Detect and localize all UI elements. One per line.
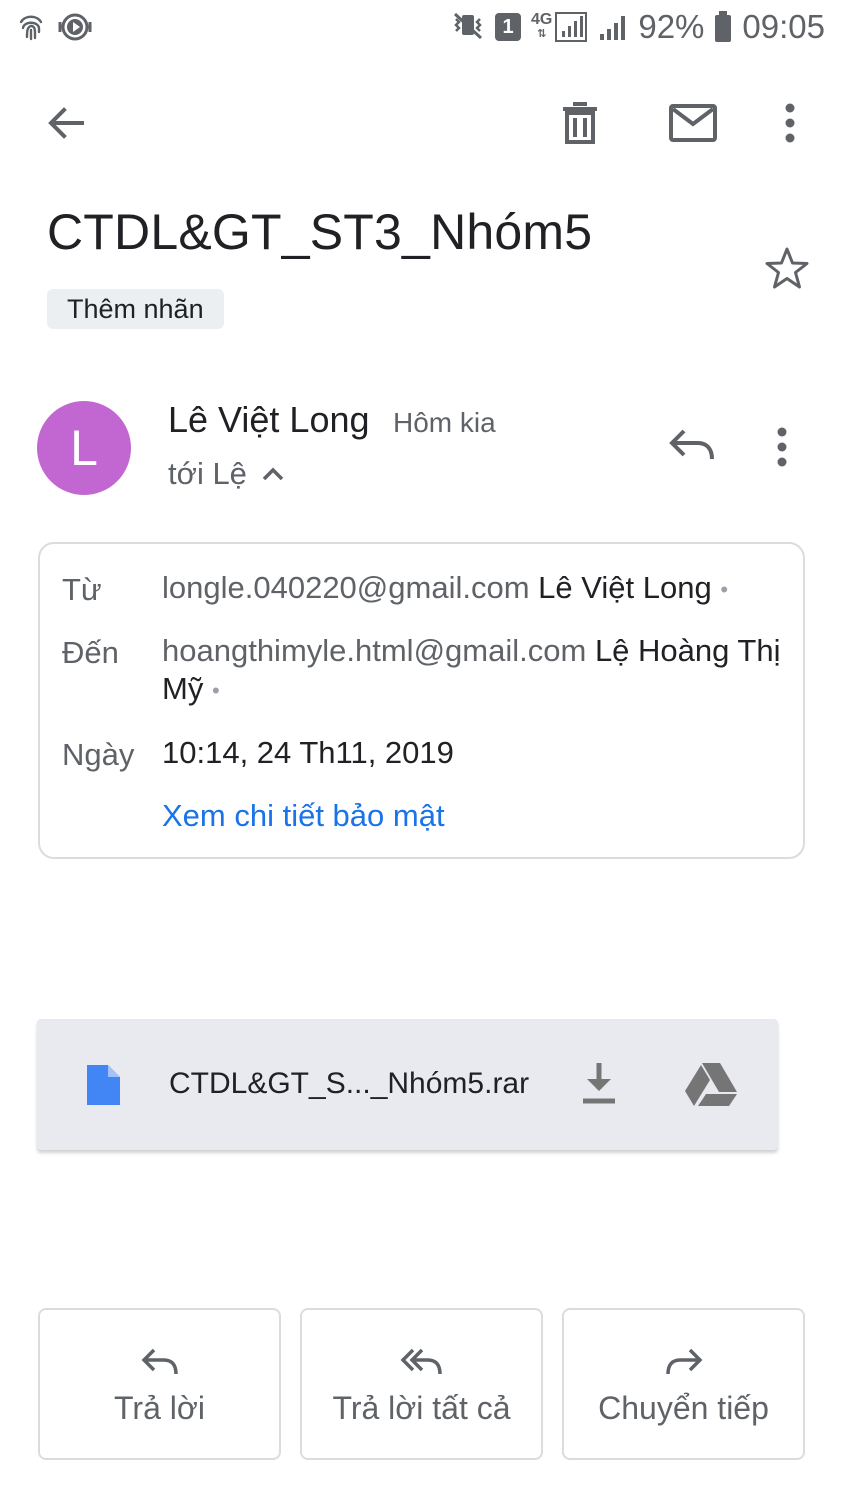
signal-sim2-icon: [600, 16, 626, 40]
reply-label: Trả lời: [114, 1390, 205, 1426]
reply-all-icon: [302, 1346, 541, 1378]
mark-unread-button[interactable]: [663, 95, 723, 151]
forward-button[interactable]: Chuyển tiếp: [562, 1308, 805, 1460]
star-button[interactable]: [762, 245, 812, 298]
from-separator-dot: •: [720, 576, 729, 602]
avatar-initial: L: [70, 420, 98, 476]
media-play-icon: [58, 12, 92, 47]
sender-name: Lê Việt Long: [168, 399, 370, 440]
from-label: Từ: [62, 572, 102, 607]
reply-all-button[interactable]: Trả lời tất cả: [300, 1308, 543, 1460]
battery-percent: 92%: [638, 8, 705, 45]
reply-icon: [40, 1346, 279, 1378]
sim-badge: 1: [495, 13, 521, 41]
status-bar: 1 4G ⇅ 92% 09:05: [0, 0, 843, 60]
to-email[interactable]: hoangthimyle.html@gmail.com: [162, 633, 586, 668]
top-toolbar: [0, 85, 843, 165]
back-button[interactable]: [38, 95, 94, 151]
arrow-back-icon: [48, 107, 84, 139]
forward-icon: [564, 1346, 803, 1378]
add-label-chip[interactable]: Thêm nhãn: [47, 289, 224, 329]
more-vert-icon: [785, 103, 795, 143]
reply-icon: [669, 429, 714, 460]
to-label: Đến: [62, 635, 119, 670]
attachment-file-name: CTDL&GT_S..._Nhóm5.rar: [169, 1067, 530, 1100]
mail-icon: [669, 104, 717, 142]
reply-all-label: Trả lời tất cả: [332, 1390, 511, 1426]
drive-icon: [685, 1063, 737, 1106]
to-value: hoangthimyle.html@gmail.com Lệ Hoàng Thị…: [162, 632, 782, 710]
fingerprint-icon: [16, 12, 46, 47]
chevron-up-icon: [262, 467, 284, 481]
sender-avatar[interactable]: L: [37, 401, 131, 495]
download-icon: [583, 1063, 615, 1104]
date-label: Ngày: [62, 737, 135, 772]
delete-button[interactable]: [552, 93, 608, 153]
signal-sim1-icon: [555, 12, 588, 42]
from-email[interactable]: longle.040220@gmail.com: [162, 570, 530, 605]
status-right-icons: 1 4G ⇅ 92% 09:05: [451, 8, 825, 46]
trash-icon: [563, 102, 597, 144]
file-icon: [84, 1062, 122, 1113]
date-value: 10:14, 24 Th11, 2019: [162, 735, 454, 770]
save-to-drive-button[interactable]: [684, 1061, 738, 1112]
download-button[interactable]: [577, 1059, 621, 1112]
more-vert-icon: [777, 427, 787, 467]
recipient-toggle[interactable]: tới Lệ: [168, 456, 285, 492]
reply-quick-button[interactable]: [668, 425, 716, 470]
security-details-link[interactable]: Xem chi tiết bảo mật: [162, 798, 445, 834]
attachment-card[interactable]: CTDL&GT_S..._Nhóm5.rar: [37, 1019, 778, 1150]
more-options-button[interactable]: [768, 95, 812, 151]
clock: 09:05: [742, 8, 825, 45]
message-details-card: Từ longle.040220@gmail.com Lê Việt Long …: [38, 542, 805, 859]
to-separator-dot: •: [211, 677, 220, 703]
reply-button[interactable]: Trả lời: [38, 1308, 281, 1460]
forward-label: Chuyển tiếp: [598, 1390, 769, 1426]
status-left-icons: [16, 12, 92, 47]
recipient-summary: tới Lệ: [168, 456, 247, 491]
from-name: Lê Việt Long: [538, 570, 712, 605]
email-subject: CTDL&GT_ST3_Nhóm5: [47, 204, 593, 260]
from-value: longle.040220@gmail.com Lê Việt Long •: [162, 569, 782, 609]
sender-time: Hôm kia: [393, 407, 496, 438]
star-icon: [765, 247, 809, 289]
network-type: 4G ⇅: [531, 11, 553, 41]
battery-icon: [715, 11, 732, 42]
vibrate-mute-icon: [451, 10, 485, 45]
message-more-button[interactable]: [776, 427, 788, 472]
network-indicator: 4G ⇅: [531, 11, 588, 43]
